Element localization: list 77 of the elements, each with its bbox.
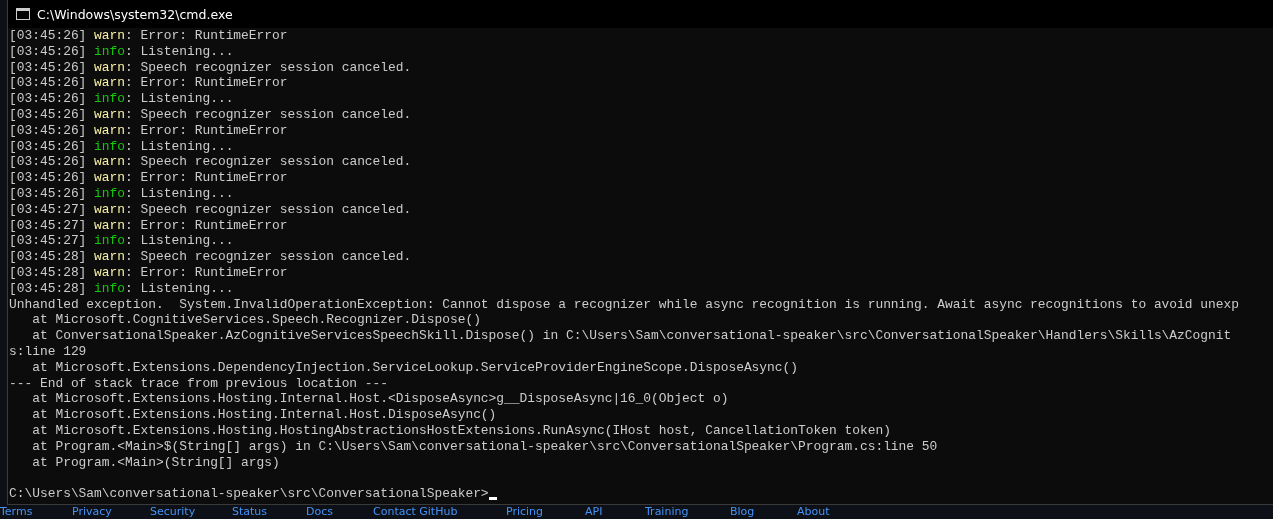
log-timestamp: [03:45:28]: [9, 264, 87, 280]
log-timestamp: [03:45:26]: [9, 91, 87, 107]
console-output-line: at Microsoft.Extensions.DependencyInjection.ServiceLookup.ServiceProviderEngineScope.DisposeAsync(): [31, 359, 799, 375]
log-message: : Speech recognizer session canceled.: [125, 59, 412, 75]
log-level: info: [94, 280, 126, 296]
log-timestamp: [03:45:28]: [9, 249, 87, 265]
log-level: warn: [94, 249, 126, 265]
log-message: : Listening...: [125, 185, 234, 201]
log-level: warn: [94, 154, 126, 170]
log-level: info: [94, 185, 126, 201]
log-level: warn: [94, 75, 126, 91]
log-level: info: [94, 91, 126, 107]
footer-link[interactable]: Security: [150, 505, 196, 518]
footer-link[interactable]: About: [797, 505, 830, 518]
console-output-line: --- End of stack trace from previous location ---: [9, 375, 389, 391]
log-timestamp: [03:45:27]: [9, 233, 87, 249]
log-level: info: [94, 138, 126, 154]
footer-link[interactable]: Training: [645, 505, 689, 518]
log-level: info: [94, 233, 126, 249]
log-message: : Listening...: [125, 91, 234, 107]
log-level: warn: [94, 264, 126, 280]
log-level: warn: [94, 217, 126, 233]
log-timestamp: [03:45:28]: [9, 280, 87, 296]
footer-link[interactable]: Blog: [730, 505, 755, 518]
console-output-line: at Microsoft.Extensions.Hosting.Internal.Host.<DisposeAsync>g__DisposeAsync|16_0(Object o): [31, 391, 729, 407]
footer-link[interactable]: Privacy: [72, 505, 112, 518]
console-output-line: at Microsoft.Extensions.Hosting.HostingAbstractionsHostExtensions.RunAsync(IHost host, CancellationToken token): [31, 422, 891, 438]
log-timestamp: [03:45:26]: [9, 185, 87, 201]
log-message: : Listening...: [125, 233, 234, 249]
log-message: : Error: RuntimeError: [125, 217, 288, 233]
log-message: : Speech recognizer session canceled.: [125, 154, 412, 170]
log-timestamp: [03:45:26]: [9, 59, 87, 75]
footer-link[interactable]: Docs: [306, 505, 333, 518]
terminal-icon: [16, 8, 30, 20]
console-output-line: at Program.<Main>$(String[] args) in C:\Users\Sam\conversational-speaker\src\ConversationalSpeaker\Program.cs:line 50: [31, 438, 938, 454]
log-timestamp: [03:45:26]: [9, 75, 87, 91]
log-timestamp: [03:45:26]: [9, 107, 87, 122]
log-timestamp: [03:45:26]: [9, 43, 87, 59]
log-timestamp: [03:45:26]: [9, 154, 87, 170]
log-level: warn: [94, 201, 126, 217]
window-title: C:\Windows\system32\cmd.exe: [37, 6, 233, 22]
log-message: : Speech recognizer session canceled.: [125, 201, 412, 217]
footer-link[interactable]: API: [585, 505, 603, 518]
log-message: : Listening...: [125, 280, 234, 296]
console-output-line: at ConversationalSpeaker.AzCognitiveServicesSpeechSkill.Dispose() in C:\Users\Sam\conversational-speaker\src\ConversationalSpeaker\Handlers\Skills\AzCognit: [31, 328, 1232, 344]
log-level: warn: [94, 28, 126, 43]
log-message: : Error: RuntimeError: [125, 122, 288, 138]
console-output-line: Unhandled exception. System.InvalidOperationException: Cannot dispose a recognizer while async recognition is running. Await async recognitions to avoid unexp: [9, 296, 1239, 312]
log-message: : Listening...: [125, 43, 234, 59]
text-cursor: [488, 496, 497, 500]
log-message: : Speech recognizer session canceled.: [125, 249, 412, 265]
log-level: warn: [94, 107, 126, 122]
console-output-line: s:line 129: [9, 343, 87, 359]
log-message: : Error: RuntimeError: [125, 28, 288, 43]
footer-link[interactable]: Terms: [0, 505, 33, 518]
log-timestamp: [03:45:26]: [9, 170, 87, 186]
console-output-line: at Microsoft.CognitiveServices.Speech.Recognizer.Dispose(): [31, 312, 481, 328]
log-level: warn: [94, 122, 126, 138]
log-timestamp: [03:45:27]: [9, 217, 87, 233]
log-message: : Error: RuntimeError: [125, 75, 288, 91]
log-timestamp: [03:45:26]: [9, 28, 87, 43]
footer-link[interactable]: Status: [232, 505, 268, 518]
log-timestamp: [03:45:27]: [9, 201, 87, 217]
log-message: : Speech recognizer session canceled.: [125, 107, 412, 122]
log-level: warn: [94, 59, 126, 75]
footer-link[interactable]: Contact GitHub: [373, 505, 458, 518]
log-message: : Error: RuntimeError: [125, 170, 288, 186]
console-output-line: at Program.<Main>(String[] args): [31, 454, 280, 470]
log-level: warn: [94, 170, 126, 186]
log-message: : Listening...: [125, 138, 234, 154]
log-timestamp: [03:45:26]: [9, 138, 87, 154]
log-message: : Error: RuntimeError: [125, 264, 288, 280]
console-output-line: at Microsoft.Extensions.Hosting.Internal.Host.DisposeAsync(): [31, 407, 497, 423]
command-prompt: C:\Users\Sam\conversational-speaker\src\ConversationalSpeaker>: [9, 486, 489, 502]
footer-link[interactable]: Pricing: [506, 505, 544, 518]
log-timestamp: [03:45:26]: [9, 122, 87, 138]
log-level: info: [94, 43, 126, 59]
